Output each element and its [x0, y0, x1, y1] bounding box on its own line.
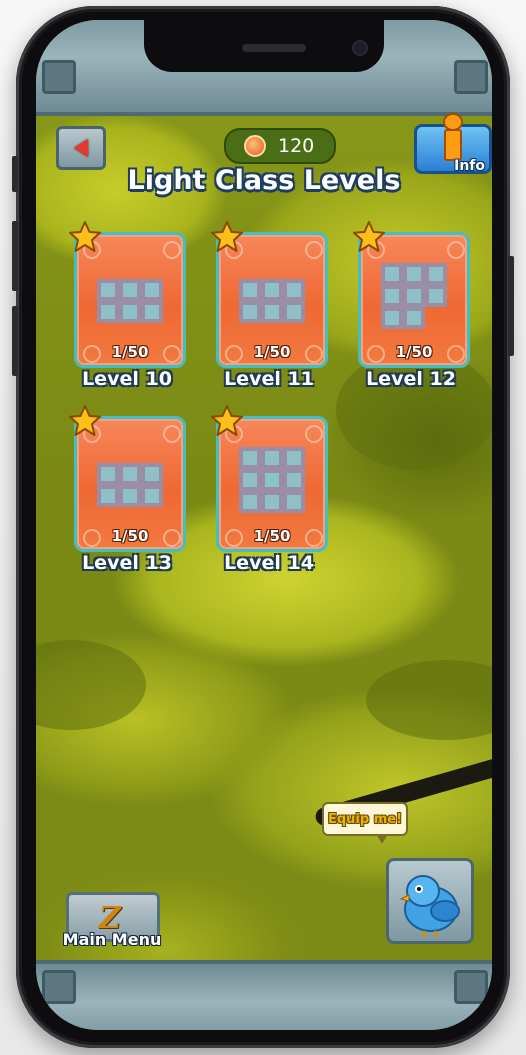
- puzzle-cell: [283, 279, 305, 301]
- main-menu-label: Main Menu: [62, 930, 162, 949]
- puzzle-preview: [97, 463, 163, 507]
- puzzle-cell: [261, 447, 283, 469]
- main-menu-button[interactable]: Z Main Menu: [58, 888, 164, 952]
- stone-corner: [42, 970, 76, 1004]
- puzzle-cell: [381, 307, 403, 329]
- back-button[interactable]: [56, 126, 106, 170]
- page-title: Light Class Levels: [127, 165, 401, 196]
- puzzle-cell: [425, 263, 447, 285]
- puzzle-cell: [119, 301, 141, 323]
- puzzle-cell: [119, 463, 141, 485]
- puzzle-cell: [381, 263, 403, 285]
- stone-corner: [454, 60, 488, 94]
- level-card[interactable]: 1/50 Level 11: [211, 221, 328, 390]
- puzzle-preview: [381, 263, 447, 329]
- card-ornament: [163, 241, 181, 259]
- level-label: Level 11: [224, 368, 314, 390]
- level-progress: 1/50: [395, 343, 433, 361]
- back-arrow-icon: [74, 139, 88, 157]
- puzzle-cell: [239, 491, 261, 513]
- front-camera: [354, 42, 366, 54]
- card-ornament: [163, 425, 181, 443]
- volume-down-button: [12, 306, 18, 376]
- puzzle-cell: [283, 491, 305, 513]
- stone-corner: [454, 970, 488, 1004]
- puzzle-cell: [141, 301, 163, 323]
- puzzle-cell: [261, 301, 283, 323]
- puzzle-cell: [283, 469, 305, 491]
- puzzle-cell: [261, 469, 283, 491]
- level-progress: 1/50: [253, 343, 291, 361]
- info-icon: [441, 113, 463, 161]
- puzzle-cell: [119, 485, 141, 507]
- star-icon: [211, 221, 243, 252]
- coin-counter: 120: [224, 128, 336, 164]
- game-screen: 120 Info Light Class Levels 1/50 Level 10…: [36, 20, 492, 1030]
- puzzle-cell: [141, 279, 163, 301]
- puzzle-cell: [239, 447, 261, 469]
- coin-icon: [244, 135, 266, 157]
- puzzle-cell: [403, 263, 425, 285]
- puzzle-cell: [239, 301, 261, 323]
- coin-count: 120: [278, 135, 315, 157]
- star-icon: [69, 405, 101, 436]
- level-label: Level 10: [82, 368, 172, 390]
- equip-speech-bubble: Equip me!: [322, 802, 408, 844]
- level-card[interactable]: 1/50 Level 12: [353, 221, 470, 390]
- puzzle-cell: [97, 301, 119, 323]
- puzzle-cell: [239, 279, 261, 301]
- mute-switch: [12, 156, 18, 192]
- level-progress: 1/50: [111, 343, 149, 361]
- card-ornament: [305, 425, 323, 443]
- level-label: Level 13: [82, 552, 172, 574]
- puzzle-cell: [425, 307, 447, 329]
- puzzle-cell: [119, 279, 141, 301]
- puzzle-cell: [97, 485, 119, 507]
- bird-equip-button[interactable]: [386, 858, 474, 944]
- puzzle-preview: [239, 447, 305, 513]
- volume-up-button: [12, 221, 18, 291]
- star-icon: [211, 405, 243, 436]
- puzzle-cell: [403, 307, 425, 329]
- puzzle-cell: [97, 279, 119, 301]
- phone-notch: [144, 20, 384, 72]
- level-progress: 1/50: [111, 527, 149, 545]
- card-ornament: [447, 241, 465, 259]
- level-progress: 1/50: [253, 527, 291, 545]
- puzzle-preview: [97, 279, 163, 323]
- puzzle-cell: [283, 301, 305, 323]
- stone-corner: [42, 60, 76, 94]
- equip-speech-text: Equip me!: [327, 811, 403, 827]
- puzzle-cell: [97, 463, 119, 485]
- puzzle-preview: [239, 279, 305, 323]
- card-ornament: [305, 241, 323, 259]
- level-card[interactable]: 1/50 Level 10: [69, 221, 186, 390]
- puzzle-cell: [141, 485, 163, 507]
- puzzle-cell: [261, 279, 283, 301]
- puzzle-cell: [141, 463, 163, 485]
- level-card[interactable]: 1/50 Level 14: [211, 405, 328, 574]
- star-icon: [69, 221, 101, 252]
- puzzle-cell: [261, 491, 283, 513]
- puzzle-cell: [381, 285, 403, 307]
- level-label: Level 14: [224, 552, 314, 574]
- stone-border-bottom: [36, 960, 492, 1030]
- puzzle-cell: [403, 285, 425, 307]
- puzzle-cell: [425, 285, 447, 307]
- puzzle-cell: [239, 469, 261, 491]
- level-label: Level 12: [366, 368, 456, 390]
- speaker-grill: [242, 44, 306, 52]
- power-button: [508, 256, 514, 356]
- star-icon: [353, 221, 385, 252]
- blue-bird-icon: [399, 875, 460, 938]
- level-card[interactable]: 1/50 Level 13: [69, 405, 186, 574]
- puzzle-cell: [283, 447, 305, 469]
